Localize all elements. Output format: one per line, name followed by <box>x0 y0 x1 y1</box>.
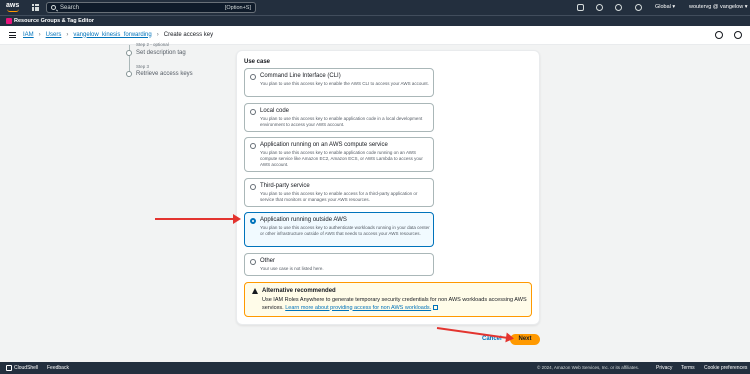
resource-groups-icon <box>6 18 12 24</box>
next-button[interactable]: Next <box>510 334 540 345</box>
learn-more-link[interactable]: Learn more about providing access for no… <box>285 305 431 311</box>
search-placeholder: Search <box>60 4 80 11</box>
option-other[interactable]: Other Your use case is not listed here. <box>244 253 434 276</box>
breadcrumb-bar: IAM › Users › vangelow_kinesis_forwardin… <box>0 26 750 45</box>
option-outside-aws[interactable]: Application running outside AWS You plan… <box>244 212 434 247</box>
radio-button-selected[interactable] <box>250 218 256 224</box>
privacy-link[interactable]: Privacy <box>656 365 672 371</box>
top-navigation: aws Search [Option+S] Global ▾ woutervg … <box>0 0 750 15</box>
breadcrumb-user[interactable]: vangelow_kinesis_forwarding <box>73 32 151 38</box>
step-2-label: Set description tag <box>136 50 186 56</box>
radio-button[interactable] <box>250 109 256 115</box>
breadcrumb-current: Create access key <box>163 31 214 38</box>
option-description: You plan to use this access key to enabl… <box>260 191 418 202</box>
option-title: Third-party service <box>260 183 310 189</box>
annotation-arrowhead-next <box>505 332 515 344</box>
search-input[interactable]: Search [Option+S] <box>46 2 256 13</box>
step-2-dot <box>126 50 132 56</box>
external-link-icon <box>433 304 439 310</box>
option-title: Command Line Interface (CLI) <box>260 73 341 79</box>
radio-button[interactable] <box>250 184 256 190</box>
help-icon[interactable] <box>615 4 622 11</box>
region-selector[interactable]: Global ▾ <box>655 4 675 10</box>
annotation-arrowhead-option <box>233 214 241 224</box>
cookie-preferences-link[interactable]: Cookie preferences <box>704 365 747 371</box>
option-title: Application running outside AWS <box>260 217 347 223</box>
option-title: Application running on an AWS compute se… <box>260 142 388 148</box>
option-third-party[interactable]: Third-party service You plan to use this… <box>244 178 434 207</box>
footer: CloudShell Feedback © 2024, Amazon Web S… <box>0 362 750 374</box>
breadcrumb-users[interactable]: Users <box>46 32 62 38</box>
option-cli[interactable]: Command Line Interface (CLI) You plan to… <box>244 68 434 97</box>
bell-icon[interactable] <box>596 4 603 11</box>
option-title: Local code <box>260 108 290 114</box>
option-description: You plan to use this access key to enabl… <box>260 81 429 86</box>
copyright: © 2024, Amazon Web Services, Inc. or its… <box>537 365 639 370</box>
option-description: Your use case is not listed here. <box>260 266 324 271</box>
warning-icon <box>252 288 258 294</box>
option-description: You plan to use this access key to authe… <box>260 225 430 236</box>
step-3-dot <box>126 71 132 77</box>
breadcrumb: IAM › Users › vangelow_kinesis_forwardin… <box>23 32 213 38</box>
radio-button[interactable] <box>250 74 256 80</box>
radio-button[interactable] <box>250 259 256 265</box>
info-icon[interactable] <box>715 31 723 39</box>
cloudshell-link[interactable]: CloudShell <box>14 365 38 371</box>
clock-icon[interactable] <box>734 31 742 39</box>
resource-bar: Resource Groups & Tag Editor <box>0 15 750 26</box>
search-icon <box>51 5 56 10</box>
alert-title: Alternative recommended <box>262 288 336 294</box>
account-menu[interactable]: woutervg @ vangelow ▾ <box>689 4 747 10</box>
cloudshell-icon[interactable] <box>577 4 584 11</box>
use-case-title: Use case <box>244 59 271 65</box>
resource-groups-link[interactable]: Resource Groups & Tag Editor <box>14 18 94 24</box>
search-shortcut: [Option+S] <box>224 4 251 11</box>
annotation-arrow-next <box>436 327 513 340</box>
option-local-code[interactable]: Local code You plan to use this access k… <box>244 103 434 132</box>
alternative-recommended-alert: Alternative recommended Use IAM Roles An… <box>244 282 532 317</box>
alert-body: Use IAM Roles Anywhere to generate tempo… <box>262 297 527 312</box>
menu-icon[interactable] <box>9 32 16 38</box>
chevron-right-icon: › <box>156 31 159 38</box>
services-grid-icon[interactable] <box>32 4 39 11</box>
option-title: Other <box>260 258 276 264</box>
gear-icon[interactable] <box>635 4 642 11</box>
option-aws-compute[interactable]: Application running on an AWS compute se… <box>244 137 434 172</box>
step-2-caption: Step 2 - optional <box>136 42 169 47</box>
step-3-label: Retrieve access keys <box>136 71 193 77</box>
annotation-arrow-option <box>155 218 235 220</box>
step-3-caption: Step 3 <box>136 64 150 69</box>
aws-logo[interactable]: aws <box>6 2 22 13</box>
terms-link[interactable]: Terms <box>681 365 695 371</box>
radio-button[interactable] <box>250 143 256 149</box>
chevron-right-icon: › <box>38 31 41 38</box>
option-description: You plan to use this access key to enabl… <box>260 116 423 127</box>
breadcrumb-iam[interactable]: IAM <box>23 32 34 38</box>
cloudshell-icon <box>6 365 12 371</box>
option-description: You plan to use this access key to enabl… <box>260 150 423 167</box>
feedback-link[interactable]: Feedback <box>47 365 69 371</box>
chevron-right-icon: › <box>66 31 69 38</box>
